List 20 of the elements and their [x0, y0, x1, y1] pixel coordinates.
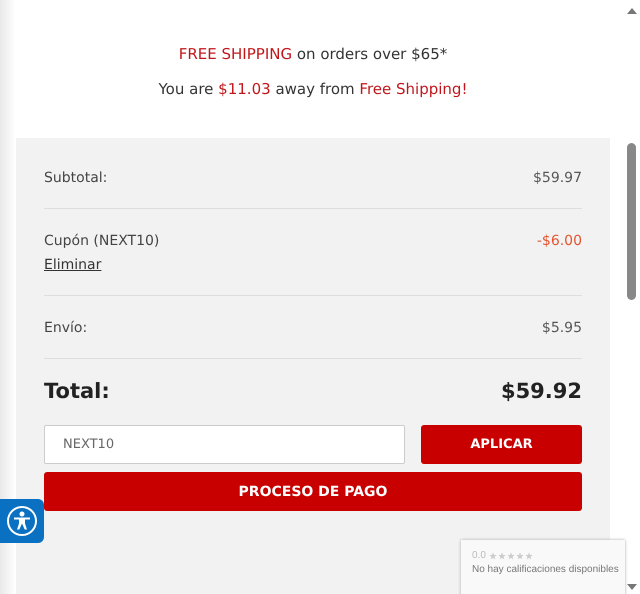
accessibility-button[interactable]: [0, 499, 44, 543]
discount-amount: -$6.00: [536, 233, 582, 249]
scrollbar-thumb[interactable]: [627, 143, 636, 300]
summary-amount: $59.97: [533, 170, 582, 186]
total-label: Total:: [44, 379, 110, 403]
rating-score: 0.0: [472, 550, 486, 561]
summary-amount: $5.95: [542, 320, 582, 336]
total-amount: $59.92: [500, 379, 582, 403]
scroll-up-icon[interactable]: [627, 8, 637, 14]
checkout-button[interactable]: PROCESO DE PAGO: [44, 472, 582, 511]
coupon-label: Cupón (NEXT10): [44, 233, 160, 249]
apply-button[interactable]: APLICAR: [421, 425, 582, 464]
summary-label: Envío:: [44, 320, 88, 336]
summary-label: Subtotal:: [44, 170, 108, 186]
rating-message: No hay calificaciones disponibles: [472, 564, 620, 575]
coupon-field[interactable]: NEXT10: [44, 425, 405, 464]
shipping-message: FREE SHIPPING on orders over $65*: [178, 44, 448, 62]
shipping-message: You are $11.03 away from Free Shipping!: [158, 80, 468, 98]
remove-link[interactable]: Eliminar: [44, 257, 102, 273]
person-icon: [6, 505, 38, 537]
